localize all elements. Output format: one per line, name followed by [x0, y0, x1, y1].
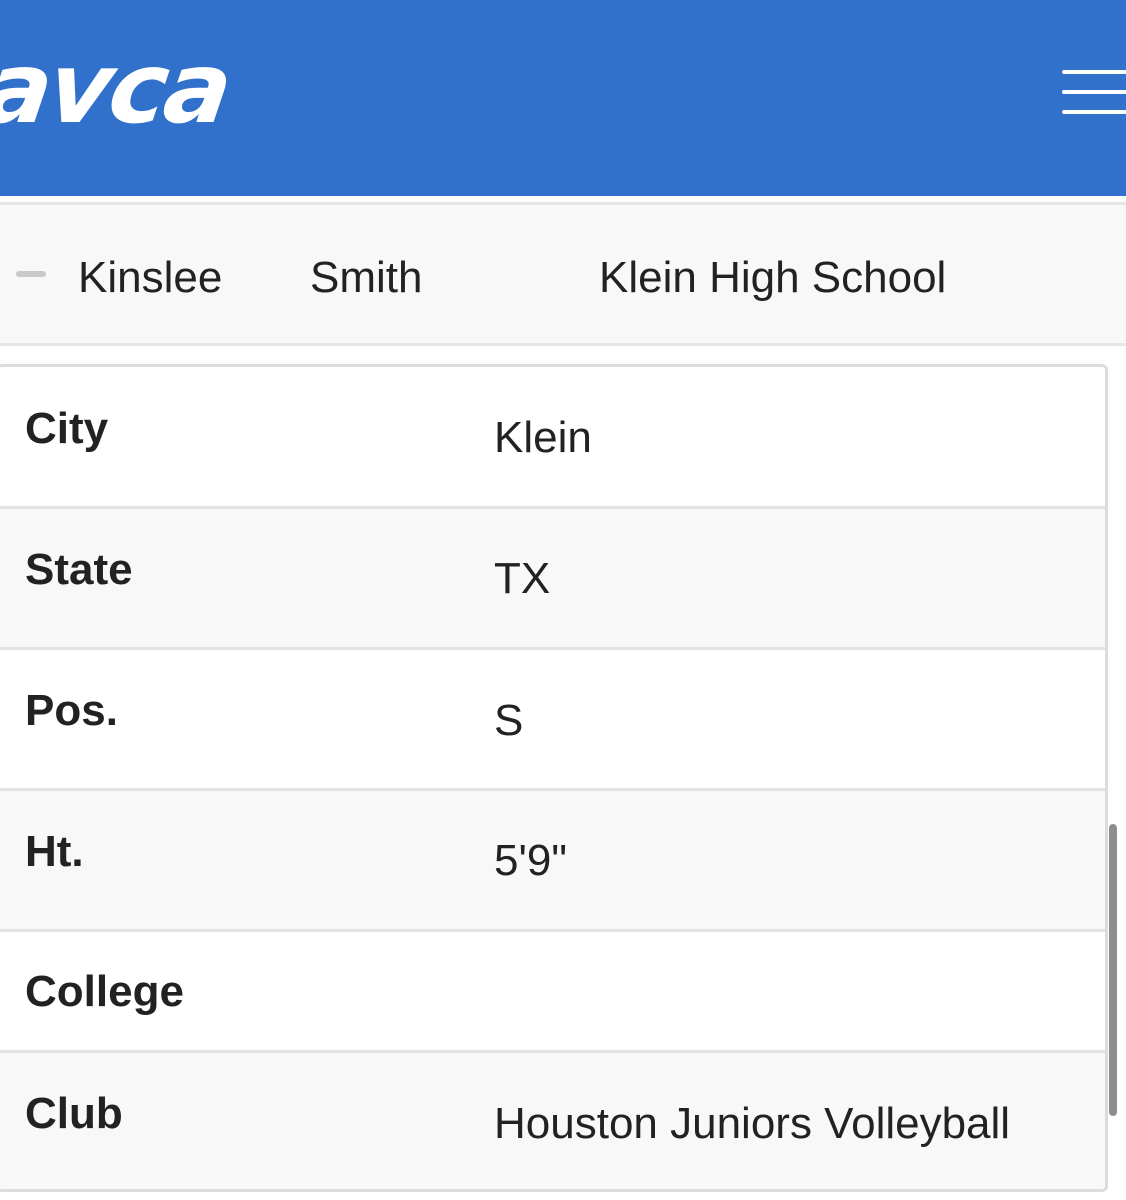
detail-label: Ht.: [25, 827, 84, 876]
detail-row-height: Ht. 5'9": [0, 791, 1105, 932]
hamburger-menu-icon[interactable]: [1062, 68, 1126, 118]
player-school: Klein High School: [599, 253, 947, 302]
player-last-name: Smith: [310, 253, 423, 302]
detail-row-position: Pos. S: [0, 650, 1105, 791]
detail-label: City: [25, 404, 109, 453]
detail-value: 5'9": [494, 836, 567, 885]
detail-value: S: [494, 696, 524, 745]
detail-row-state: State TX: [0, 509, 1105, 650]
player-details-table: City Klein State TX Pos. S Ht. 5'9" Coll…: [0, 364, 1108, 1192]
player-first-name: Kinslee: [78, 253, 223, 302]
minus-icon[interactable]: [16, 271, 46, 277]
player-summary-row[interactable]: Kinslee Smith Klein High School: [0, 202, 1126, 346]
detail-row-city: City Klein: [0, 367, 1105, 509]
detail-label: College: [25, 967, 184, 1016]
avca-logo[interactable]: avca: [0, 32, 236, 146]
menu-line: [1062, 110, 1126, 114]
menu-line: [1062, 90, 1126, 94]
scrollbar-thumb[interactable]: [1109, 824, 1117, 1116]
menu-line: [1062, 70, 1126, 74]
detail-row-club: Club Houston Juniors Volleyball: [0, 1053, 1105, 1189]
detail-row-college: College: [0, 932, 1105, 1053]
detail-value: Klein: [494, 413, 592, 462]
detail-label: State: [25, 545, 133, 594]
detail-value: TX: [494, 554, 551, 603]
detail-value: Houston Juniors Volleyball: [494, 1099, 1011, 1148]
site-header: avca: [0, 0, 1126, 196]
detail-label: Club: [25, 1089, 123, 1138]
detail-label: Pos.: [25, 686, 118, 735]
